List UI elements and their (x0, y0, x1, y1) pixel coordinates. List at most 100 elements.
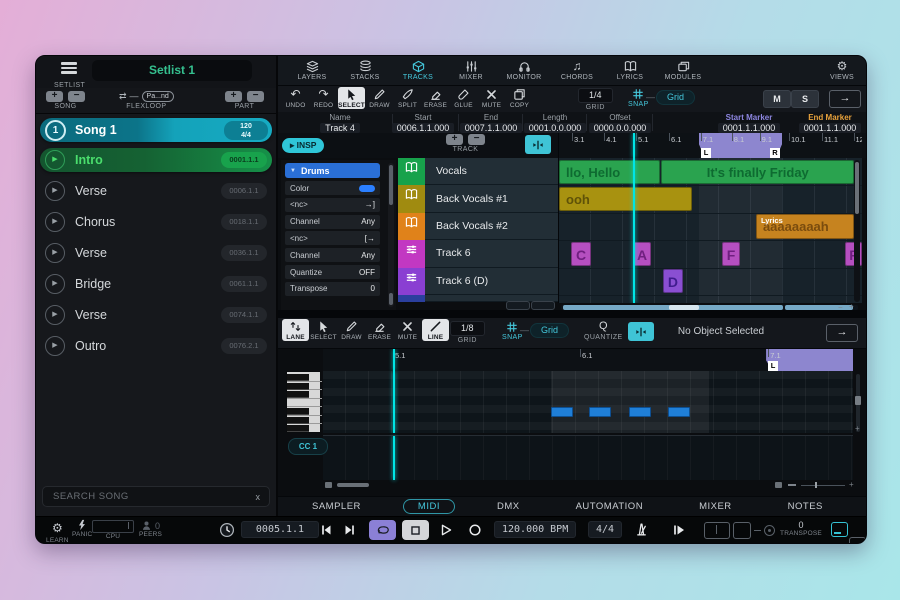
tab-tracks[interactable]: TRACKS (396, 60, 440, 81)
tool-select[interactable]: SELECT (310, 319, 337, 341)
tool-draw[interactable]: DRAW (338, 319, 365, 341)
bpm-display[interactable]: 120.000 BPM (494, 521, 576, 538)
midi-note-1[interactable] (589, 407, 611, 417)
part-item-verse[interactable]: ▶ Verse 0036.1.1 (40, 241, 272, 265)
sync-link-controls[interactable] (704, 522, 775, 539)
color-swatch[interactable] (359, 185, 375, 192)
tab-chords[interactable]: ♫ CHORDS (555, 60, 599, 81)
loop-start-marker[interactable]: L (701, 148, 711, 158)
tab-lyrics[interactable]: LYRICS (608, 60, 652, 81)
remove-track-button[interactable]: − (468, 134, 485, 145)
search-clear-button[interactable]: x (256, 492, 261, 502)
play-button[interactable] (439, 523, 453, 537)
bottom-tab-sampler[interactable]: SAMPLER (298, 500, 375, 513)
remove-song-button[interactable]: − (68, 91, 85, 102)
info-field-start[interactable]: Start 0006.1.1.000 (390, 112, 456, 133)
track-color-strip-partial[interactable] (398, 295, 425, 302)
midi-note-3[interactable] (668, 407, 690, 417)
part-item-verse[interactable]: ▶ Verse 0006.1.1 (40, 179, 272, 203)
tab-views[interactable]: ⚙ VIEWS (820, 60, 864, 81)
tool-mute[interactable]: MUTE (478, 87, 505, 109)
part-item-verse[interactable]: ▶ Verse 0074.1.1 (40, 303, 272, 327)
black-key[interactable] (287, 374, 309, 381)
tracklist-scroll-button-1[interactable] (506, 301, 530, 310)
panic-bolt-icon[interactable] (76, 519, 88, 531)
clip-a[interactable]: A (633, 242, 651, 266)
track-name-0[interactable]: Vocals (425, 158, 558, 185)
track-color-strip[interactable] (398, 158, 425, 185)
snap-mode-selector[interactable]: Grid (656, 90, 695, 105)
inspector-row[interactable]: ChannelAny (285, 248, 380, 262)
part-play-icon[interactable]: ▶ (45, 305, 65, 325)
metronome-icon[interactable] (634, 522, 649, 537)
setlist-title[interactable]: Setlist 1 (92, 60, 252, 81)
skip-forward-button[interactable] (343, 523, 357, 537)
info-field-name[interactable]: Name Track 4 (290, 112, 390, 133)
track-color-strip[interactable] (398, 268, 425, 295)
bottom-tab-notes[interactable]: NOTES (774, 500, 837, 513)
record-button[interactable] (468, 523, 482, 537)
inspector-row[interactable]: <nc>→] (285, 198, 380, 212)
tool-erase[interactable]: ERASE (422, 87, 449, 109)
clip-f[interactable]: F (722, 242, 740, 266)
inspector-row[interactable]: ChannelAny (285, 215, 380, 229)
learn-gear-icon[interactable]: ⚙ (52, 519, 63, 537)
tool-select[interactable]: SELECT (338, 87, 365, 109)
position-display[interactable]: 0005.1.1 (241, 521, 319, 538)
part-play-icon[interactable]: ▶ (45, 181, 65, 201)
midi-note-2[interactable] (629, 407, 651, 417)
editor-ruler[interactable]: L5.16.17.1 (323, 349, 853, 371)
setlist-menu-button[interactable]: SETLIST (54, 60, 84, 89)
loop-start-marker[interactable]: L (768, 361, 778, 371)
editor-vzoom-in[interactable]: + (855, 424, 860, 433)
stop-button[interactable] (402, 520, 429, 540)
info-field-end[interactable]: End 0007.1.1.000 (462, 112, 520, 133)
black-key[interactable] (287, 408, 309, 415)
remove-part-button[interactable]: − (247, 91, 264, 102)
cc-playhead[interactable] (393, 436, 395, 480)
flexloop-range[interactable]: Pa...nd (142, 91, 174, 102)
track-name-4[interactable]: Track 6 (D) (425, 268, 558, 295)
info-field-length[interactable]: Length 0001.0.0.000 (526, 112, 584, 133)
count-in-button[interactable] (672, 523, 686, 537)
playhead[interactable] (393, 349, 395, 371)
tool-redo[interactable]: ↷ REDO (310, 87, 337, 109)
inspector-preset-dropdown[interactable]: ▼ Drums (285, 163, 380, 178)
add-part-button[interactable]: + (225, 91, 242, 102)
part-item-chorus[interactable]: ▶ Chorus 0018.1.1 (40, 210, 272, 234)
track-color-strip[interactable] (398, 213, 425, 240)
info-marker-end[interactable]: End Marker 0001.1.1.000 (800, 112, 860, 133)
editor-playhead[interactable] (393, 371, 395, 433)
song-item-current[interactable]: 1 Song 1 1204/4 (40, 118, 272, 142)
arrange-timeline[interactable]: llo, Hello It's finally Friday ooh Lyric… (558, 158, 862, 303)
clip-llo-hello[interactable]: llo, Hello (559, 160, 660, 184)
skip-back-button[interactable] (319, 523, 333, 537)
tool-erase[interactable]: ERASE (366, 319, 393, 341)
bottom-tab-mixer[interactable]: MIXER (685, 500, 746, 513)
add-song-button[interactable]: + (46, 91, 63, 102)
panel-divider[interactable] (278, 310, 866, 318)
tab-mixer[interactable]: MIXER (449, 60, 493, 81)
clip-c[interactable]: C (571, 242, 591, 266)
inspector-toggle-button[interactable]: ▸ INSP (282, 138, 324, 153)
tool-copy[interactable]: COPY (506, 87, 533, 109)
mute-button[interactable]: M (763, 90, 791, 108)
tool-undo[interactable]: ↶ UNDO (282, 87, 309, 109)
inspector-row[interactable]: QuantizeOFF (285, 265, 380, 279)
expand-editor-button[interactable]: → (826, 324, 858, 342)
info-marker-start[interactable]: Start Marker 0001.1.1.000 (703, 112, 795, 133)
editor-horizontal-scrollbar[interactable]: + (323, 482, 853, 488)
cc-lane-label[interactable]: CC 1 (288, 438, 328, 455)
editor-follow-playhead-button[interactable] (628, 322, 654, 341)
tool-lane[interactable]: LANE (282, 319, 309, 341)
piano-keys[interactable] (286, 371, 321, 433)
track-name-2[interactable]: Back Vocals #2 (425, 213, 558, 240)
tab-modules[interactable]: MODULES (661, 60, 705, 81)
black-key[interactable] (287, 417, 309, 424)
bottom-tab-midi[interactable]: MIDI (403, 499, 455, 514)
clip-aaaaaaaah[interactable]: Lyricsaaaaaaaah (756, 214, 854, 238)
black-key[interactable] (287, 391, 309, 398)
tool-mute[interactable]: MUTE (394, 319, 421, 341)
arrange-vertical-scrollbar[interactable] (854, 160, 860, 302)
flexloop-icon[interactable]: ⇄ (119, 91, 127, 102)
